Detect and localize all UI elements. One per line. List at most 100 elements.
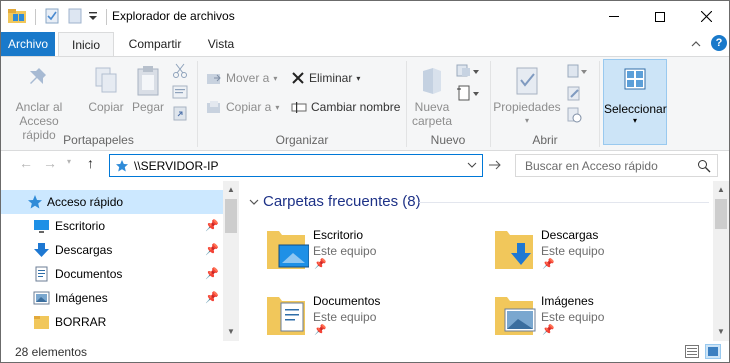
new-folder-qat-icon[interactable] <box>67 8 83 27</box>
address-bar[interactable]: \\SERVIDOR-IP <box>109 154 483 177</box>
pictures-icon <box>33 290 50 306</box>
nav-scrollbar[interactable]: ▲ ▼ <box>223 181 239 341</box>
pin-icon[interactable]: 📌 <box>542 325 554 336</box>
pin-icon[interactable]: 📌 <box>542 259 554 270</box>
copy-icon <box>95 67 117 93</box>
move-to-icon <box>207 74 221 84</box>
tab-compartir[interactable]: Compartir <box>117 32 193 56</box>
open-icon[interactable] <box>566 63 588 82</box>
folder-icon <box>33 314 50 330</box>
tab-archivo[interactable]: Archivo <box>1 32 55 56</box>
new-folder-button[interactable]: Nueva carpeta <box>409 65 455 128</box>
history-icon[interactable] <box>566 107 582 126</box>
cut-icon[interactable] <box>172 63 188 82</box>
explorer-folder-icon[interactable] <box>7 7 27 28</box>
tile-location: Este equipo <box>313 244 377 258</box>
forward-arrow-icon[interactable]: → <box>43 155 57 171</box>
qat-dropdown-icon[interactable] <box>88 10 98 25</box>
downloads-folder-icon <box>491 225 537 271</box>
copy-label: Copiar <box>88 100 124 114</box>
sidebar-item-imagenes[interactable]: Imágenes 📌 <box>1 286 223 310</box>
qat-separator-2 <box>106 9 107 25</box>
ribbon: Anclar al Acceso rápido Copiar Pegar Por… <box>1 56 729 151</box>
pin-icon[interactable]: 📌 <box>314 259 326 270</box>
tab-vista[interactable]: Vista <box>195 32 247 56</box>
rename-button[interactable]: Cambiar nombre <box>291 98 400 116</box>
tab-inicio[interactable]: Inicio <box>58 32 114 57</box>
clipboard-icon <box>137 66 159 96</box>
back-arrow-icon[interactable]: ← <box>19 155 33 171</box>
sidebar-item-escritorio[interactable]: Escritorio 📌 <box>1 214 223 238</box>
documents-icon <box>33 266 50 282</box>
sidebar-item-documentos[interactable]: Documentos 📌 <box>1 262 223 286</box>
go-arrow-icon[interactable] <box>488 158 502 175</box>
pin-icon[interactable]: 📌 <box>205 219 219 232</box>
minimize-icon <box>609 16 619 17</box>
copy-path-icon[interactable] <box>172 85 188 102</box>
select-button[interactable]: Seleccionar ▾ <box>603 59 667 145</box>
edit-icon[interactable] <box>566 85 582 104</box>
properties-check-icon[interactable] <box>44 8 60 27</box>
sidebar-item-borrar[interactable]: BORRAR <box>1 310 223 334</box>
paste-label: Pegar <box>131 100 165 114</box>
folder-tile-documentos[interactable]: Documentos Este equipo 📌 <box>263 291 483 347</box>
group-header-frequent-folders[interactable]: Carpetas frecuentes (8) <box>263 193 421 210</box>
pin-icon[interactable]: 📌 <box>205 267 219 280</box>
large-icons-view-icon[interactable] <box>705 344 721 359</box>
quick-access-toolbar <box>7 7 112 27</box>
new-item-icon[interactable] <box>456 63 480 82</box>
maximize-button[interactable] <box>637 1 683 32</box>
easy-access-icon[interactable] <box>456 85 480 106</box>
paste-button[interactable]: Pegar <box>129 65 167 114</box>
title-bar: Explorador de archivos <box>1 1 729 32</box>
address-dropdown-icon[interactable] <box>466 157 478 176</box>
content-scrollbar[interactable]: ▲ ▼ <box>713 181 729 341</box>
scroll-thumb[interactable] <box>715 199 727 229</box>
scroll-thumb[interactable] <box>225 199 237 233</box>
help-icon[interactable]: ? <box>711 35 727 51</box>
scroll-down-icon[interactable]: ▼ <box>227 327 235 336</box>
folder-tile-imagenes[interactable]: Imágenes Este equipo 📌 <box>491 291 711 347</box>
move-to-button[interactable]: Mover a ▾ <box>206 69 277 87</box>
new-folder-label-line2: carpeta <box>411 114 453 128</box>
sidebar-item-label: Acceso rápido <box>47 195 124 209</box>
tile-name: Documentos <box>313 294 381 308</box>
properties-button[interactable]: Propiedades ▾ <box>493 65 561 128</box>
download-icon <box>33 242 50 258</box>
collapse-ribbon-icon[interactable] <box>691 38 701 52</box>
select-label: Seleccionar <box>604 102 667 116</box>
paste-shortcut-icon[interactable] <box>172 105 188 124</box>
folder-tile-descargas[interactable]: Descargas Este equipo 📌 <box>491 225 711 281</box>
delete-button[interactable]: Eliminar ▾ <box>291 69 360 87</box>
documents-folder-icon <box>263 291 309 337</box>
close-button[interactable] <box>683 1 729 32</box>
tile-name: Descargas <box>541 228 599 242</box>
folder-tile-escritorio[interactable]: Escritorio Este equipo 📌 <box>263 225 483 281</box>
maximize-icon <box>655 11 665 22</box>
scroll-up-icon[interactable]: ▲ <box>227 185 235 194</box>
copy-to-button[interactable]: Copiar a ▾ <box>206 98 279 116</box>
recent-locations-icon[interactable]: ▾ <box>67 157 71 166</box>
sidebar-item-label: Escritorio <box>55 219 106 233</box>
sidebar-item-acceso-rapido[interactable]: Acceso rápido <box>1 190 223 214</box>
sidebar-item-descargas[interactable]: Descargas 📌 <box>1 238 223 262</box>
content-pane: Carpetas frecuentes (8) Escritorio Este … <box>245 181 713 341</box>
minimize-button[interactable] <box>591 1 637 32</box>
pin-icon[interactable]: 📌 <box>205 291 219 304</box>
chevron-down-icon[interactable] <box>248 196 260 208</box>
tile-location: Este equipo <box>541 310 605 324</box>
group-label-portapapeles: Portapapeles <box>63 133 134 147</box>
scroll-down-icon[interactable]: ▼ <box>717 327 725 336</box>
pin-quick-access-button[interactable]: Anclar al Acceso rápido <box>7 65 71 142</box>
copy-button[interactable]: Copiar <box>85 65 127 114</box>
chevron-down-icon: ▾ <box>356 73 361 83</box>
search-icon <box>698 160 711 173</box>
up-arrow-icon[interactable]: ↑ <box>87 155 94 171</box>
pin-icon[interactable]: 📌 <box>205 243 219 256</box>
details-view-icon[interactable] <box>685 345 699 361</box>
pin-icon[interactable]: 📌 <box>314 325 326 336</box>
search-input[interactable]: Buscar en Acceso rápido <box>515 154 718 177</box>
scroll-up-icon[interactable]: ▲ <box>717 185 725 194</box>
tile-name: Imágenes <box>541 294 594 308</box>
tile-name: Escritorio <box>313 228 364 242</box>
